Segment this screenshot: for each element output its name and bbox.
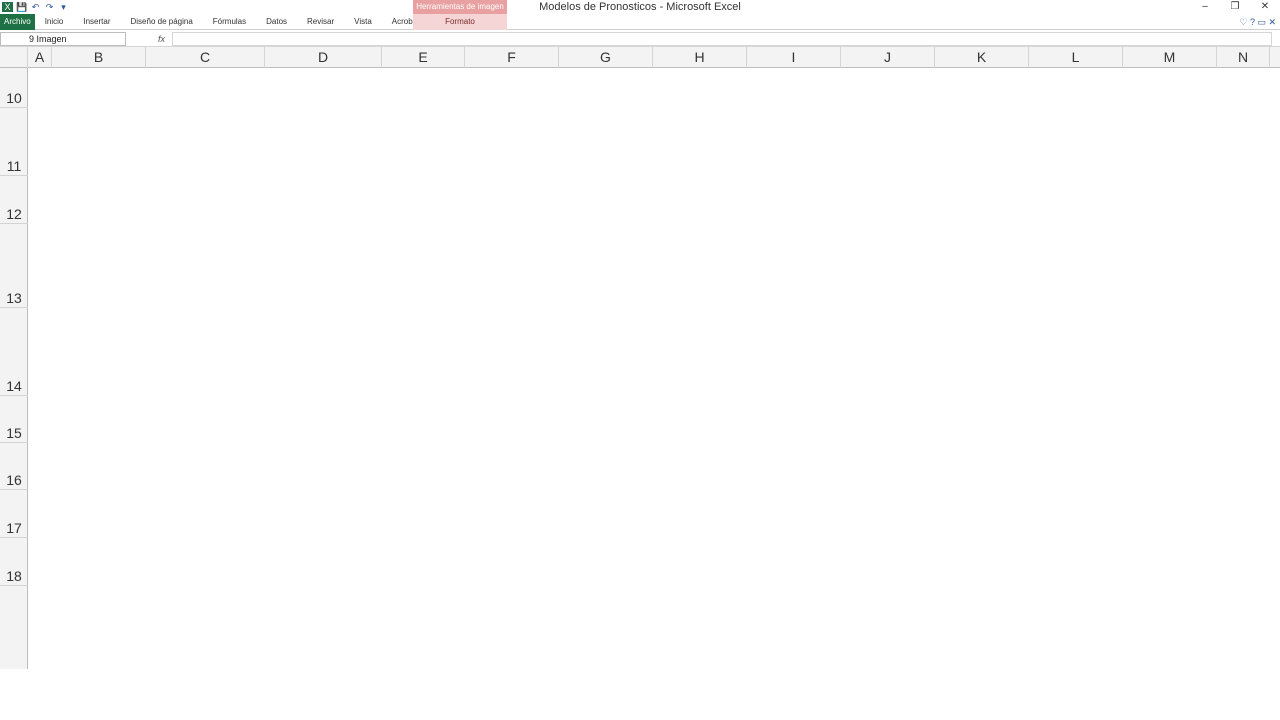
save-icon[interactable]: 💾 [16, 2, 27, 12]
col-header-n[interactable]: N [1217, 47, 1270, 68]
col-header-k[interactable]: K [935, 47, 1029, 68]
customize-qat-icon[interactable]: ▾ [58, 2, 69, 12]
tab-archivo[interactable]: Archivo [0, 13, 35, 30]
col-header-h[interactable]: H [653, 47, 747, 68]
tab-datos[interactable]: Datos [256, 14, 297, 30]
quick-access-toolbar: X 💾 ↶ ↷ ▾ [0, 0, 69, 14]
col-header-j[interactable]: J [841, 47, 935, 68]
row-header[interactable]: 10 [0, 68, 28, 108]
formula-input[interactable] [172, 32, 1272, 46]
col-header-g[interactable]: G [559, 47, 653, 68]
spreadsheet-grid[interactable]: A B C D E F G H I J K L M N 10 11 12 13 … [0, 47, 1280, 669]
window-controls: – ❐ ✕ [1190, 0, 1280, 14]
excel-window: X 💾 ↶ ↷ ▾ Herramientas de imagen Modelos… [0, 0, 1280, 720]
fx-icon[interactable]: fx [158, 32, 172, 46]
tab-inicio[interactable]: Inicio [35, 14, 74, 30]
row-headers: 10 11 12 13 14 15 16 17 18 19 [0, 68, 28, 669]
tab-insertar[interactable]: Insertar [73, 14, 120, 30]
col-header-f[interactable]: F [465, 47, 559, 68]
col-header-e[interactable]: E [382, 47, 465, 68]
excel-app-icon[interactable]: X [2, 2, 13, 12]
col-header-a[interactable]: A [28, 47, 52, 68]
select-all-corner[interactable] [0, 47, 28, 68]
tab-vista[interactable]: Vista [344, 14, 382, 30]
col-header-i[interactable]: I [747, 47, 841, 68]
restore-button[interactable]: ❐ [1220, 0, 1250, 14]
title-bar: X 💾 ↶ ↷ ▾ Herramientas de imagen Modelos… [0, 0, 1280, 14]
context-tab-group-label: Herramientas de imagen [413, 0, 507, 14]
col-header-b[interactable]: B [52, 47, 146, 68]
tab-diseno-pagina[interactable]: Diseño de página [121, 14, 203, 30]
formula-bar: 9 Imagen fx [0, 31, 1280, 47]
undo-icon[interactable]: ↶ [30, 2, 41, 12]
ribbon-tabs: Archivo Inicio Insertar Diseño de página… [0, 13, 1280, 30]
redo-icon[interactable]: ↷ [44, 2, 55, 12]
column-headers: A B C D E F G H I J K L M N [0, 47, 1280, 68]
col-header-m[interactable]: M [1123, 47, 1217, 68]
minimize-button[interactable]: – [1190, 0, 1220, 14]
row-header[interactable]: 19 [0, 339, 28, 669]
col-header-l[interactable]: L [1029, 47, 1123, 68]
col-header-c[interactable]: C [146, 47, 265, 68]
ribbon-help-icons[interactable]: ♡ ? ▭ ✕ [1239, 14, 1276, 30]
tab-revisar[interactable]: Revisar [297, 14, 344, 30]
tab-formato[interactable]: Formato [413, 14, 507, 30]
close-button[interactable]: ✕ [1250, 0, 1280, 14]
col-header-d[interactable]: D [265, 47, 382, 68]
tab-formulas[interactable]: Fórmulas [203, 14, 256, 30]
window-title: Modelos de Pronosticos - Microsoft Excel [539, 1, 741, 13]
name-box[interactable]: 9 Imagen [0, 32, 126, 46]
